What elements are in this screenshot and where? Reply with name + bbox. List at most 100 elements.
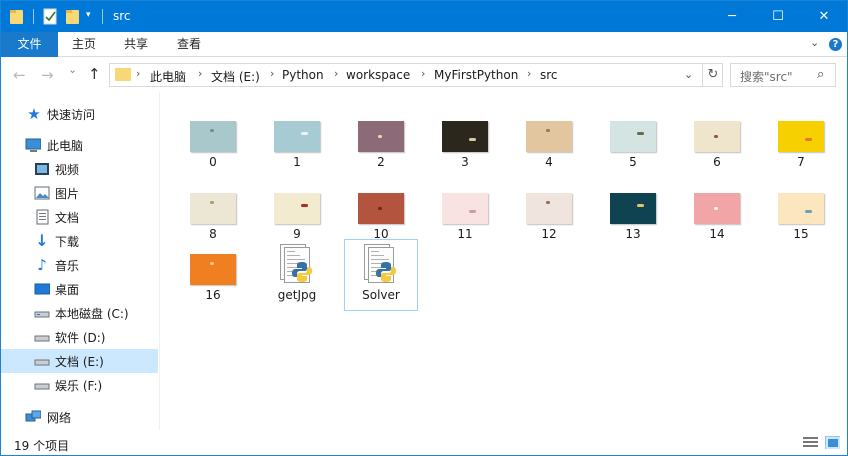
nav-item-pictures[interactable]: 图片 bbox=[1, 181, 158, 205]
file-name: 15 bbox=[793, 227, 809, 241]
image-thumbnail bbox=[694, 193, 740, 224]
large-icons-view-icon[interactable] bbox=[825, 436, 840, 449]
drive-icon bbox=[34, 383, 50, 390]
breadcrumb-workspace[interactable]: workspace bbox=[346, 68, 410, 82]
quick-access-toolbar-dropdown-icon[interactable]: ▾ bbox=[86, 10, 91, 20]
nav-item-this-pc[interactable]: 此电脑 bbox=[1, 133, 158, 157]
file-item[interactable]: 3 bbox=[428, 106, 502, 178]
python-logo-icon bbox=[376, 262, 396, 282]
file-item[interactable]: 13 bbox=[596, 178, 670, 250]
file-item[interactable]: getJpg bbox=[260, 239, 334, 311]
python-logo-icon bbox=[292, 262, 312, 282]
file-item[interactable]: 11 bbox=[428, 178, 502, 250]
image-thumbnail bbox=[526, 121, 572, 152]
file-name: 3 bbox=[461, 155, 469, 169]
refresh-button[interactable]: ↻ bbox=[702, 64, 723, 86]
file-item[interactable]: Solver bbox=[344, 239, 418, 311]
search-input[interactable]: 搜索"src" ⌕ bbox=[730, 63, 836, 87]
file-item[interactable]: 15 bbox=[764, 178, 838, 250]
file-name: 0 bbox=[209, 155, 217, 169]
search-icon[interactable]: ⌕ bbox=[817, 67, 824, 82]
nav-label: 此电脑 bbox=[47, 139, 84, 153]
tab-share[interactable]: 共享 bbox=[124, 32, 148, 57]
help-icon[interactable]: ? bbox=[829, 38, 842, 51]
breadcrumb-separator[interactable]: › bbox=[198, 67, 202, 80]
details-view-icon[interactable] bbox=[803, 436, 818, 449]
minimize-button[interactable]: ─ bbox=[709, 1, 755, 32]
new-folder-icon[interactable] bbox=[65, 8, 81, 25]
file-item[interactable]: 1 bbox=[260, 106, 334, 178]
tab-view[interactable]: 查看 bbox=[177, 32, 201, 57]
file-item[interactable]: 12 bbox=[512, 178, 586, 250]
drive-icon bbox=[34, 359, 50, 366]
nav-item-drive-c[interactable]: 本地磁盘 (C:) bbox=[1, 301, 158, 325]
image-thumbnail bbox=[694, 121, 740, 152]
image-thumbnail bbox=[274, 193, 320, 224]
image-thumbnail bbox=[778, 193, 824, 224]
nav-label: 视频 bbox=[55, 163, 80, 177]
file-item[interactable]: 0 bbox=[176, 106, 250, 178]
image-thumbnail bbox=[610, 121, 656, 152]
breadcrumb-this-pc[interactable]: 此电脑 bbox=[150, 68, 186, 85]
desktop-icon bbox=[34, 283, 50, 295]
breadcrumb-python[interactable]: Python bbox=[282, 68, 324, 82]
nav-item-drive-e[interactable]: 文档 (E:) bbox=[1, 349, 158, 373]
tab-home[interactable]: 主页 bbox=[72, 32, 96, 57]
address-dropdown-icon[interactable]: ⌄ bbox=[684, 68, 693, 81]
breadcrumb-separator[interactable]: › bbox=[270, 67, 274, 80]
file-item[interactable]: 14 bbox=[680, 178, 754, 250]
file-item[interactable]: 7 bbox=[764, 106, 838, 178]
navigation-pane: ★ 快速访问 此电脑 视频 图片 文档 ↓ 下载 ♪ 音乐 桌面 本地磁盘 (C… bbox=[1, 92, 159, 430]
search-placeholder: 搜索"src" bbox=[740, 70, 793, 84]
file-name: getJpg bbox=[277, 288, 317, 302]
nav-item-drive-f[interactable]: 娱乐 (F:) bbox=[1, 373, 158, 397]
file-name: 16 bbox=[205, 288, 221, 302]
nav-item-network[interactable]: 网络 bbox=[1, 405, 158, 429]
network-icon bbox=[25, 410, 41, 422]
file-item[interactable]: 6 bbox=[680, 106, 754, 178]
maximize-button[interactable]: ☐ bbox=[755, 1, 801, 32]
file-item[interactable]: 2 bbox=[344, 106, 418, 178]
breadcrumb-drive-e[interactable]: 文档 (E:) bbox=[211, 68, 260, 85]
file-item[interactable]: 16 bbox=[176, 239, 250, 311]
breadcrumb-separator[interactable]: › bbox=[421, 67, 425, 80]
breadcrumb-separator[interactable]: › bbox=[136, 67, 140, 80]
address-bar[interactable]: › 此电脑 › 文档 (E:) › Python › workspace › M… bbox=[109, 63, 723, 87]
title-bar[interactable]: ▾ src ─ ☐ ✕ bbox=[1, 1, 847, 32]
file-item[interactable]: 5 bbox=[596, 106, 670, 178]
nav-item-music[interactable]: ♪ 音乐 bbox=[1, 253, 158, 277]
nav-item-quick-access[interactable]: ★ 快速访问 bbox=[1, 102, 158, 126]
image-thumbnail bbox=[190, 254, 236, 285]
nav-item-drive-d[interactable]: 软件 (D:) bbox=[1, 325, 158, 349]
file-item[interactable]: 4 bbox=[512, 106, 586, 178]
ribbon: 文件 主页 共享 查看 ⌄ ? bbox=[1, 32, 847, 57]
star-icon: ★ bbox=[27, 105, 41, 123]
file-name: 14 bbox=[709, 227, 725, 241]
breadcrumb-separator[interactable]: › bbox=[334, 67, 338, 80]
file-name: 11 bbox=[457, 227, 473, 241]
forward-button[interactable]: → bbox=[41, 66, 54, 84]
up-button[interactable]: ↑ bbox=[88, 65, 101, 83]
breadcrumb-myfirstpython[interactable]: MyFirstPython bbox=[434, 68, 518, 82]
recent-locations-button[interactable]: ⌄ bbox=[68, 63, 77, 76]
nav-item-videos[interactable]: 视频 bbox=[1, 157, 158, 181]
breadcrumb-src[interactable]: src bbox=[540, 68, 558, 82]
title-separator bbox=[102, 9, 103, 24]
file-name: 13 bbox=[625, 227, 641, 241]
video-icon bbox=[35, 163, 49, 175]
file-name: 12 bbox=[541, 227, 557, 241]
chevron-down-icon[interactable]: ⌄ bbox=[810, 36, 819, 49]
nav-label: 图片 bbox=[55, 187, 80, 201]
tab-file[interactable]: 文件 bbox=[1, 32, 58, 57]
folder-icon bbox=[10, 10, 23, 24]
close-button[interactable]: ✕ bbox=[801, 1, 847, 32]
explorer-window: ▾ src ─ ☐ ✕ 文件 主页 共享 查看 ⌄ ? ← → ⌄ ↑ › 此电… bbox=[0, 0, 848, 456]
nav-item-documents[interactable]: 文档 bbox=[1, 205, 158, 229]
nav-item-desktop[interactable]: 桌面 bbox=[1, 277, 158, 301]
nav-item-downloads[interactable]: ↓ 下载 bbox=[1, 229, 158, 253]
properties-icon[interactable] bbox=[42, 8, 58, 25]
back-button[interactable]: ← bbox=[13, 66, 26, 84]
image-thumbnail bbox=[778, 121, 824, 152]
address-row: ← → ⌄ ↑ › 此电脑 › 文档 (E:) › Python › works… bbox=[1, 58, 847, 92]
breadcrumb-separator[interactable]: › bbox=[527, 67, 531, 80]
